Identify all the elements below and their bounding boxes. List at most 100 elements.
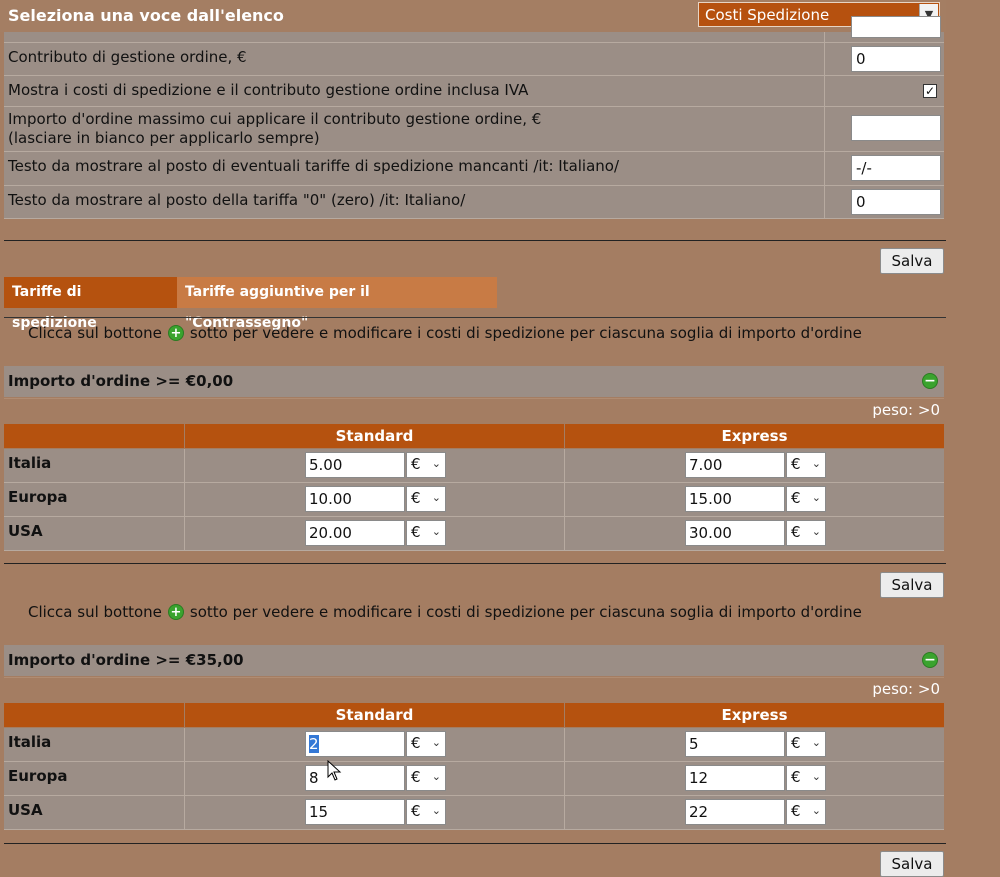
- column-divider: [824, 186, 825, 218]
- column-divider: [184, 517, 185, 550]
- column-divider: [184, 483, 185, 516]
- save-button[interactable]: Salva: [880, 248, 944, 274]
- currency-select[interactable]: € ⌄: [406, 520, 446, 546]
- column-divider: [564, 728, 565, 761]
- express-rate-input[interactable]: 15.00: [685, 486, 785, 512]
- settings-row-include-vat: Mostra i costi di spedizione e il contri…: [4, 76, 944, 107]
- currency-value: €: [791, 802, 801, 820]
- chevron-down-icon: ⌄: [811, 491, 821, 504]
- page-title: Seleziona una voce dall'elenco: [8, 6, 284, 25]
- standard-rate-input[interactable]: 5.00: [305, 452, 405, 478]
- standard-rate-input[interactable]: 2: [305, 731, 405, 757]
- hidden-field[interactable]: [851, 16, 941, 38]
- column-divider: [564, 517, 565, 550]
- tab-cod-rates[interactable]: Tariffe aggiuntive per il "Contrassegno": [177, 277, 497, 331]
- missing-rate-text-label: Testo da mostrare al posto di eventuali …: [8, 157, 620, 175]
- standard-rate-input[interactable]: 15: [305, 799, 405, 825]
- save-button[interactable]: Salva: [880, 851, 944, 877]
- handling-fee-input[interactable]: 0: [851, 46, 941, 72]
- currency-value: €: [411, 455, 421, 473]
- currency-value: €: [791, 489, 801, 507]
- chevron-down-icon: ⌄: [431, 770, 441, 783]
- max-order-input[interactable]: [851, 115, 941, 141]
- save-button[interactable]: Salva: [880, 572, 944, 598]
- column-divider: [824, 43, 825, 75]
- hint-text: Clicca sul bottone + sotto per vedere e mo…: [28, 603, 862, 621]
- standard-rate-input[interactable]: 8: [305, 765, 405, 791]
- express-rate-input[interactable]: 5: [685, 731, 785, 757]
- section-select-value: Costi Spedizione: [705, 6, 830, 24]
- rates-header-empty: [4, 424, 184, 448]
- tab-underline: [4, 317, 946, 318]
- table-row: Italia 5.00 € ⌄ 7.00 € ⌄: [4, 449, 944, 483]
- plus-icon: +: [167, 325, 184, 341]
- collapse-minus-icon[interactable]: −: [922, 373, 938, 389]
- include-vat-checkbox[interactable]: ✓: [923, 84, 937, 98]
- currency-value: €: [411, 734, 421, 752]
- column-divider: [564, 449, 565, 482]
- currency-select[interactable]: € ⌄: [406, 731, 446, 757]
- zero-rate-text-label: Testo da mostrare al posto della tariffa…: [8, 191, 466, 209]
- mouse-cursor-icon: [327, 760, 342, 781]
- settings-row-zero-rate-text: Testo da mostrare al posto della tariffa…: [4, 186, 944, 219]
- collapse-minus-icon[interactable]: −: [922, 652, 938, 668]
- currency-select[interactable]: € ⌄: [786, 520, 826, 546]
- currency-select[interactable]: € ⌄: [406, 452, 446, 478]
- currency-select[interactable]: € ⌄: [786, 765, 826, 791]
- country-label: USA: [8, 522, 43, 540]
- currency-value: €: [791, 734, 801, 752]
- chevron-down-icon: ⌄: [431, 525, 441, 538]
- hint-before: Clicca sul bottone: [28, 324, 162, 342]
- hint-text: Clicca sul bottone + sotto per vedere e mo…: [28, 324, 862, 342]
- express-rate-input[interactable]: 12: [685, 765, 785, 791]
- standard-rate-input[interactable]: 20.00: [305, 520, 405, 546]
- column-divider: [184, 796, 185, 829]
- currency-select[interactable]: € ⌄: [786, 731, 826, 757]
- express-rate-input[interactable]: 7.00: [685, 452, 785, 478]
- table-row: USA 15 € ⌄ 22 € ⌄: [4, 796, 944, 830]
- currency-select[interactable]: € ⌄: [786, 452, 826, 478]
- chevron-down-icon: ⌄: [431, 457, 441, 470]
- hint-before: Clicca sul bottone: [28, 603, 162, 621]
- column-divider: [824, 76, 825, 106]
- table-row: Italia 2 € ⌄ 5 € ⌄: [4, 728, 944, 762]
- currency-select[interactable]: € ⌄: [406, 486, 446, 512]
- divider: [4, 843, 946, 844]
- tier-title: Importo d'ordine >= €35,00: [8, 651, 244, 669]
- max-order-label-line2: (lasciare in bianco per applicarlo sempr…: [8, 129, 320, 147]
- column-divider: [824, 107, 825, 151]
- weight-label: peso: >0: [872, 401, 940, 419]
- weight-row: peso: >0: [4, 398, 944, 421]
- chevron-down-icon: ⌄: [431, 736, 441, 749]
- missing-rate-text-input[interactable]: -/-: [851, 155, 941, 181]
- chevron-down-icon: ⌄: [811, 457, 821, 470]
- country-label: Italia: [8, 733, 52, 751]
- chevron-down-icon: ⌄: [811, 770, 821, 783]
- country-label: USA: [8, 801, 43, 819]
- column-divider: [184, 449, 185, 482]
- currency-select[interactable]: € ⌄: [786, 486, 826, 512]
- chevron-down-icon: ⌄: [811, 525, 821, 538]
- currency-value: €: [411, 802, 421, 820]
- divider: [4, 240, 946, 241]
- column-divider: [824, 32, 825, 42]
- express-rate-input[interactable]: 30.00: [685, 520, 785, 546]
- hint-after: sotto per vedere e modificare i costi di…: [189, 603, 862, 621]
- chevron-down-icon: ⌄: [431, 804, 441, 817]
- zero-rate-text-input[interactable]: 0: [851, 189, 941, 215]
- currency-select[interactable]: € ⌄: [406, 799, 446, 825]
- selected-text: 2: [309, 735, 319, 753]
- currency-select[interactable]: € ⌄: [786, 799, 826, 825]
- currency-select[interactable]: € ⌄: [406, 765, 446, 791]
- country-label: Italia: [8, 454, 52, 472]
- currency-value: €: [411, 523, 421, 541]
- column-divider: [184, 762, 185, 795]
- chevron-down-icon: ⌄: [431, 491, 441, 504]
- tab-shipping-rates[interactable]: Tariffe di spedizione: [4, 277, 177, 331]
- settings-row-missing-rate-text: Testo da mostrare al posto di eventuali …: [4, 152, 944, 186]
- column-standard: Standard: [185, 703, 564, 727]
- express-rate-input[interactable]: 22: [685, 799, 785, 825]
- divider: [4, 563, 946, 564]
- standard-rate-input[interactable]: 10.00: [305, 486, 405, 512]
- weight-row: peso: >0: [4, 677, 944, 700]
